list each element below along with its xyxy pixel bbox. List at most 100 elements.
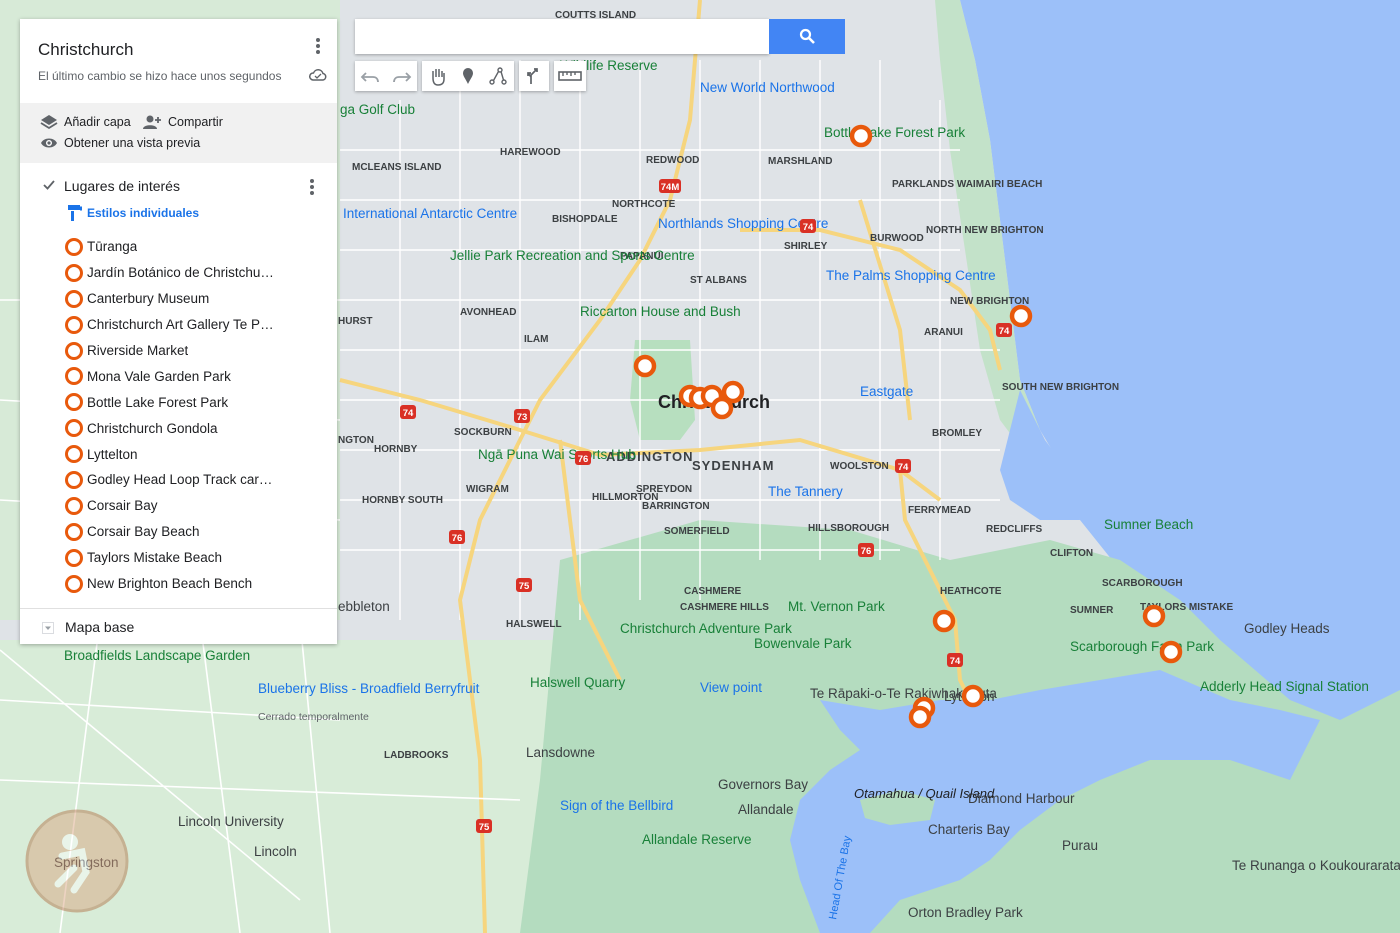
map-title[interactable]: Christchurch [38, 40, 133, 60]
road-shield-label: 74 [803, 222, 814, 233]
place-marker-icon [65, 419, 83, 438]
map-subtitle: El último cambio se hizo hace unos segun… [38, 69, 282, 83]
place-item[interactable]: Godley Head Loop Track carpark [20, 467, 337, 493]
cloud-icon [309, 69, 327, 81]
road-shield-label: 75 [519, 581, 530, 592]
road-shield-label: 74 [403, 408, 414, 419]
place-marker-icon [65, 470, 83, 489]
road-shield: 76 [449, 530, 465, 544]
road-shield-label: 74M [661, 182, 680, 193]
share-label: Compartir [168, 115, 223, 129]
add-layer-label: Añadir capa [64, 115, 131, 129]
road-shield: 75 [476, 819, 492, 833]
place-marker-icon [65, 367, 83, 386]
places-list: Tūranga Jardín Botánico de Christchurch Ca… [20, 234, 337, 596]
place-item[interactable]: Christchurch Art Gallery Te Puna o Waiwh… [20, 312, 337, 338]
checkbox-icon[interactable] [42, 178, 56, 192]
place-label: Christchurch Gondola [87, 420, 218, 436]
place-label: New Brighton Beach Bench [87, 576, 253, 592]
redo-icon[interactable] [386, 61, 416, 91]
place-marker-icon [65, 315, 83, 334]
base-map-section[interactable]: Mapa base [20, 609, 337, 644]
place-marker-icon [65, 341, 83, 360]
place-marker-icon [65, 574, 83, 593]
layers-icon [40, 115, 58, 130]
road-shield: 74 [800, 219, 816, 233]
place-item[interactable]: Riverside Market [20, 338, 337, 364]
road-shield: 74M [659, 179, 681, 193]
paint-icon [68, 205, 82, 221]
undo-redo-group [355, 61, 417, 91]
place-item[interactable]: New Brighton Beach Bench [20, 571, 337, 597]
road-shield: 75 [516, 578, 532, 592]
map-panel: Christchurch El último cambio se hizo ha… [20, 19, 337, 644]
place-item[interactable]: Lyttelton [20, 441, 337, 467]
place-label: Canterbury Museum [87, 291, 210, 307]
road-shield: 73 [514, 409, 530, 423]
place-item[interactable]: Corsair Bay [20, 493, 337, 519]
road-shield: 76 [858, 543, 874, 557]
search-icon [799, 28, 815, 44]
place-item[interactable]: Bottle Lake Forest Park [20, 389, 337, 415]
panel-actions: Añadir capa Compartir Obtener una vista … [20, 103, 337, 163]
place-label: Tūranga [87, 239, 138, 255]
directions-button[interactable] [519, 61, 549, 91]
hand-icon[interactable] [423, 61, 453, 91]
search-input[interactable] [355, 19, 769, 54]
place-item[interactable]: Tūranga [20, 234, 337, 260]
road-shield-label: 76 [861, 546, 872, 557]
line-icon[interactable] [483, 61, 513, 91]
ruler-button[interactable] [554, 61, 586, 91]
place-label: Corsair Bay [87, 498, 158, 514]
preview-button[interactable]: Obtener una vista previa [40, 136, 200, 150]
chevron-down-icon[interactable] [42, 622, 54, 634]
add-person-icon [143, 115, 161, 129]
road-shield-label: 73 [517, 412, 528, 423]
place-marker-icon [65, 289, 83, 308]
preview-label: Obtener una vista previa [64, 136, 201, 150]
base-map-title[interactable]: Mapa base [65, 619, 134, 635]
place-label: Mona Vale Garden Park [87, 368, 231, 384]
layer-title[interactable]: Lugares de interés [64, 178, 180, 194]
draw-tools-group [422, 61, 514, 91]
place-item[interactable]: Taylors Mistake Beach [20, 545, 337, 571]
road-shield-label: 76 [452, 533, 463, 544]
share-button[interactable]: Compartir [142, 114, 223, 130]
road-shield: 76 [575, 451, 591, 465]
layer-options-menu-icon[interactable] [309, 179, 315, 197]
eye-icon [41, 138, 57, 148]
directions-icon [527, 68, 538, 84]
place-item[interactable]: Corsair Bay Beach [20, 519, 337, 545]
place-item[interactable]: Christchurch Gondola [20, 415, 337, 441]
undo-icon[interactable] [356, 61, 386, 91]
road-shield-label: 74 [950, 656, 961, 667]
road-shield-label: 74 [898, 462, 909, 473]
ruler-icon [558, 71, 582, 81]
place-marker-icon [65, 522, 83, 541]
place-item[interactable]: Mona Vale Garden Park [20, 363, 337, 389]
road-shield: 74 [400, 405, 416, 419]
road-shield-label: 74 [999, 326, 1010, 337]
place-label: Christchurch Art Gallery Te Puna o Waiwh… [87, 317, 277, 333]
place-label: Bottle Lake Forest Park [87, 394, 229, 410]
road-shield: 74 [895, 459, 911, 473]
road-shield: 74 [996, 323, 1012, 337]
place-item[interactable]: Jardín Botánico de Christchurch [20, 260, 337, 286]
place-marker-icon [65, 445, 83, 464]
road-shield-label: 76 [578, 454, 589, 465]
add-layer-button[interactable]: Añadir capa [40, 114, 131, 130]
individual-styles-link[interactable]: Estilos individuales [87, 206, 199, 220]
place-marker-icon [65, 237, 83, 256]
watermark-logo [25, 809, 129, 913]
place-marker-icon [65, 393, 83, 412]
place-marker-icon [65, 548, 83, 567]
place-label: Taylors Mistake Beach [87, 550, 223, 566]
place-label: Corsair Bay Beach [87, 524, 200, 540]
place-item[interactable]: Canterbury Museum [20, 286, 337, 312]
search-button[interactable] [769, 19, 845, 54]
place-label: Lyttelton [87, 446, 138, 462]
place-label: Jardín Botánico de Christchurch [87, 265, 277, 281]
marker-icon[interactable] [453, 61, 483, 91]
road-shield: 74 [947, 653, 963, 667]
map-options-menu-icon[interactable] [315, 38, 321, 56]
